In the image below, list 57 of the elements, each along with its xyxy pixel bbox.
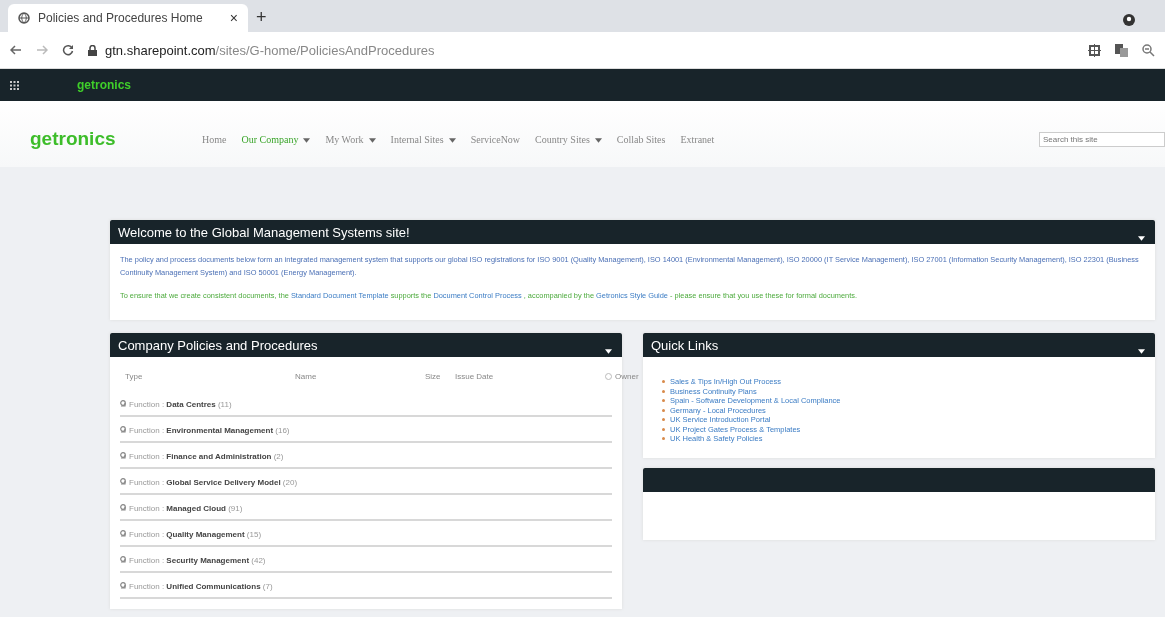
nav-link[interactable]: Our Company xyxy=(241,133,311,145)
panel-title: Company Policies and Procedures xyxy=(118,337,318,353)
group-row-label[interactable]: Function : Data Centres (11) xyxy=(129,399,232,409)
nav-link[interactable]: Collab Sites xyxy=(616,133,666,145)
reload-icon[interactable] xyxy=(62,44,74,56)
column-header[interactable]: Owner xyxy=(605,372,639,381)
group-row-label[interactable]: Function : Quality Management (15) xyxy=(129,529,262,539)
group-row-label[interactable]: Function : Unified Communications (7) xyxy=(129,581,273,591)
extension-icon[interactable] xyxy=(1088,43,1101,57)
group-icon xyxy=(120,581,126,591)
zoom-icon[interactable] xyxy=(1142,43,1155,57)
group-icon xyxy=(120,477,126,487)
lock-icon xyxy=(88,44,97,56)
nav-link[interactable]: My Work xyxy=(325,133,376,145)
suite-logo[interactable]: getronics xyxy=(77,78,131,92)
panel-title: Quick Links xyxy=(651,337,719,353)
nav-link[interactable]: Extranet xyxy=(680,133,715,145)
bullet-icon xyxy=(662,380,665,384)
bullet-icon xyxy=(662,389,665,393)
close-tab-button[interactable]: × xyxy=(229,10,238,26)
group-row-label[interactable]: Function : Environmental Management (16) xyxy=(129,425,290,435)
column-header-text: Owner xyxy=(615,372,639,381)
group-row-label[interactable]: Function : Global Service Delivery Model (20) xyxy=(129,477,298,487)
nav-link[interactable]: ServiceNow xyxy=(470,133,521,145)
group-icon xyxy=(120,399,126,409)
app-launcher-icon[interactable] xyxy=(10,80,19,90)
profile-icon[interactable] xyxy=(1123,14,1135,26)
group-icon xyxy=(120,503,126,513)
bullet-icon xyxy=(662,437,665,441)
bullet-icon xyxy=(662,399,665,403)
url-text[interactable]: gtn.sharepoint.com/sites/G-home/PoliciesAndProcedures xyxy=(105,42,435,58)
panel-title: Welcome to the Global Management Systems site! xyxy=(118,224,410,240)
column-header[interactable]: Size xyxy=(425,372,455,381)
search-field[interactable]: Search this site xyxy=(1039,131,1165,147)
nav-link[interactable]: Internal Sites xyxy=(390,133,456,145)
group-icon xyxy=(120,451,126,461)
globe-icon xyxy=(18,12,30,24)
group-row-label[interactable]: Function : Security Management (42) xyxy=(129,555,266,565)
circle-icon xyxy=(605,373,612,380)
group-icon xyxy=(120,425,126,435)
browser-tab[interactable]: Policies and Procedures Home × xyxy=(8,4,248,32)
bullet-icon xyxy=(662,418,665,422)
nav-link[interactable]: Country Sites xyxy=(535,133,602,145)
group-row-label[interactable]: Function : Finance and Administration (2) xyxy=(129,451,284,461)
column-header[interactable]: Issue Date xyxy=(455,372,605,381)
group-row-label[interactable]: Function : Managed Cloud (91) xyxy=(129,503,243,513)
group-icon xyxy=(120,529,126,539)
bullet-icon xyxy=(662,427,665,431)
column-header[interactable]: Name xyxy=(295,372,425,381)
group-icon xyxy=(120,555,126,565)
translate-icon[interactable] xyxy=(1115,43,1128,57)
bullet-icon xyxy=(662,408,665,412)
new-tab-button[interactable]: + xyxy=(256,7,267,28)
column-header[interactable]: Type xyxy=(125,372,295,381)
nav-link[interactable]: Home xyxy=(202,133,227,145)
back-icon[interactable] xyxy=(10,45,22,55)
tab-title: Policies and Procedures Home xyxy=(38,11,204,25)
